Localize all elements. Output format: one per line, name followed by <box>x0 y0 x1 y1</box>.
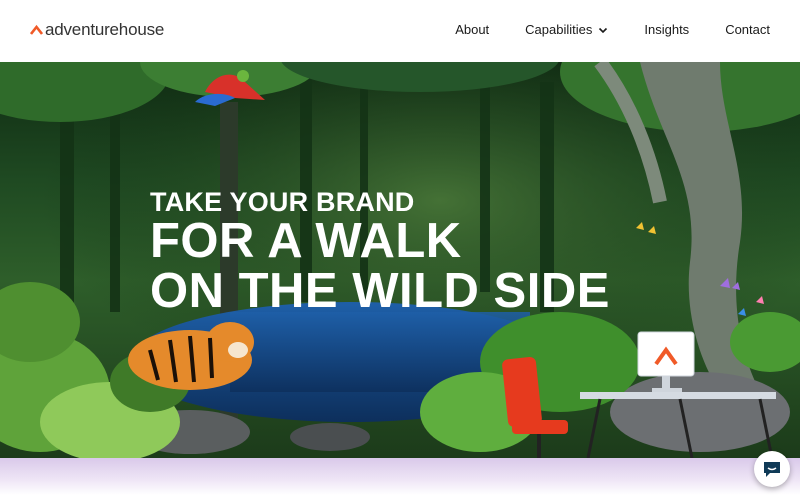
headline-line-1: TAKE YOUR BRAND <box>150 187 415 217</box>
nav-contact[interactable]: Contact <box>725 22 770 37</box>
section-divider <box>0 458 800 495</box>
hero-banner: TAKE YOUR BRAND FOR A WALK ON THE WILD S… <box>0 62 800 458</box>
nav-insights-label: Insights <box>644 22 690 37</box>
logo-chevron-icon <box>30 24 43 35</box>
nav-capabilities-label: Capabilities <box>525 22 593 37</box>
chat-bubble-icon <box>764 462 780 477</box>
brand-name: adventurehouse <box>45 20 165 39</box>
headline-line-3: ON THE WILD SIDE <box>150 264 610 318</box>
chevron-down-icon <box>599 27 608 33</box>
headline-line-2: FOR A WALK <box>150 214 462 268</box>
chat-widget-button[interactable] <box>754 451 790 487</box>
main-nav: About Capabilities Insights Contact <box>455 22 770 37</box>
site-header: adventurehouse About Capabilities Insigh… <box>0 0 800 62</box>
hero-headline: TAKE YOUR BRAND FOR A WALK ON THE WILD S… <box>150 188 610 316</box>
nav-about[interactable]: About <box>455 22 489 37</box>
nav-insights[interactable]: Insights <box>644 22 689 37</box>
brand-logo[interactable]: adventurehouse <box>30 20 164 40</box>
nav-about-label: About <box>455 22 490 37</box>
nav-capabilities[interactable]: Capabilities <box>525 22 608 37</box>
nav-contact-label: Contact <box>725 22 770 37</box>
